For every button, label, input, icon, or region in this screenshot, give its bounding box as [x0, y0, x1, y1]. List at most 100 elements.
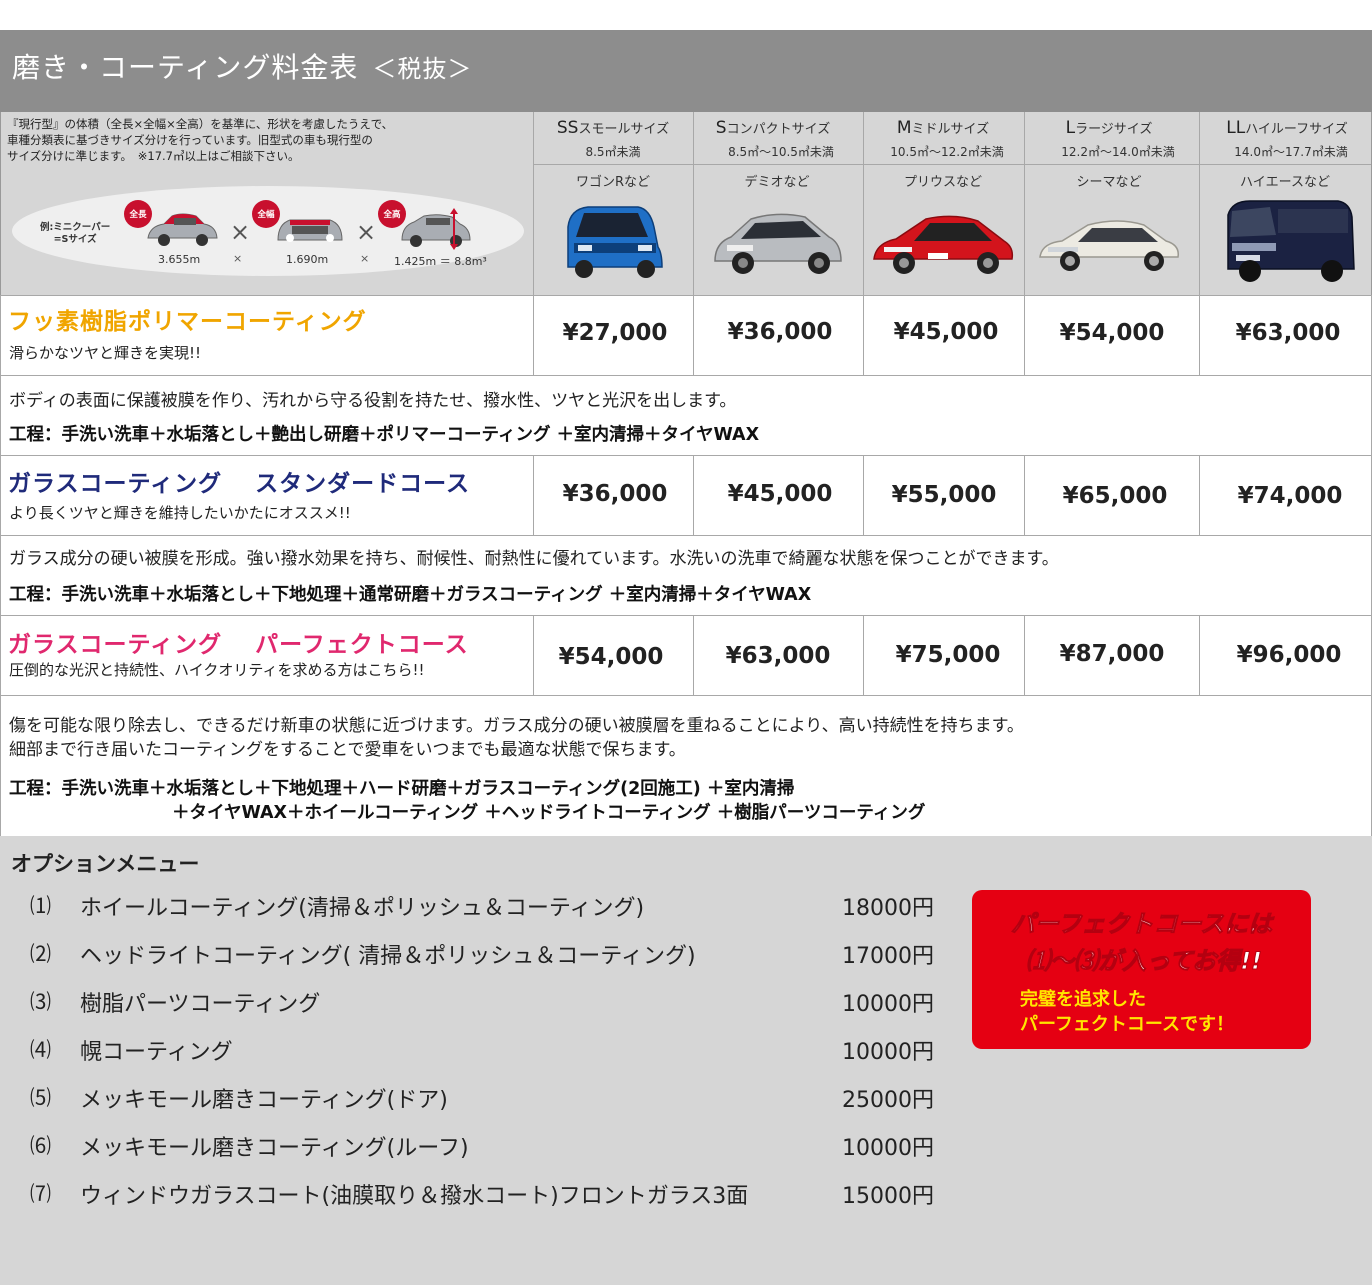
- price-polymer-l: ¥54,000: [1059, 320, 1165, 346]
- size-range-m: 10.5㎥〜12.2㎥未満: [890, 145, 1004, 159]
- grid-line: [863, 112, 864, 296]
- grid-line: [863, 615, 864, 696]
- process-glass-standard: 工程：手洗い洗車＋水垢落とし＋下地処理＋通常研磨＋ガラスコーティング ＋室内清掃…: [9, 585, 812, 605]
- option-label: メッキモール磨きコーティング(ドア): [80, 1088, 448, 1113]
- option-number: ⑺: [30, 1182, 51, 1206]
- option-label: 樹脂パーツコーティング: [80, 992, 321, 1017]
- size-name: ラージサイズ: [1075, 122, 1153, 137]
- option-price: 10000円: [842, 1136, 934, 1161]
- promo-subheadline: ⑴〜⑶が入ってお得!!: [1026, 947, 1263, 976]
- grid-line: [863, 295, 864, 376]
- price-polymer-s: ¥36,000: [727, 319, 833, 345]
- grid-line: [1199, 615, 1200, 696]
- col-header-ss: SSスモールサイズ: [533, 118, 693, 138]
- grid-line: [693, 615, 694, 696]
- car-image-prius: [863, 192, 1023, 288]
- tax-note: ＜税抜＞: [372, 55, 473, 83]
- example-car-ll: ハイエースなど: [1240, 175, 1330, 190]
- option-label: ウィンドウガラスコート(油膜取り＆撥水コート)フロントガラス3面: [80, 1184, 749, 1209]
- promo-tagline-line1: 完璧を追求した: [1020, 989, 1146, 1010]
- length-value: 3.655m: [158, 253, 201, 266]
- option-number: ⑸: [30, 1086, 51, 1110]
- option-price: 17000円: [842, 944, 934, 969]
- equals-sign: ＝: [439, 255, 451, 268]
- note-line: 車種分類表に基づきサイズ分けを行っています。旧型式の車も現行型の: [7, 133, 373, 147]
- times-sign-small: ×: [233, 252, 243, 265]
- option-item: ⑹ メッキモール磨きコーティング(ルーフ) 10000円: [0, 1130, 940, 1161]
- size-code: SS: [556, 118, 579, 138]
- promo-tagline-line2: パーフェクトコースです！: [1020, 1014, 1235, 1035]
- size-code: S: [715, 118, 727, 138]
- example-label-line1: 例:ミニクーパー: [40, 222, 111, 233]
- length-badge: 全長: [124, 200, 152, 228]
- description-glass-perfect-line2: 細部まで行き届いたコーティングをすることで愛車をいつまでも最適な状態で保ちます。: [9, 740, 686, 760]
- promo-headline: パーフェクトコースには: [1010, 910, 1273, 939]
- grid-line: [533, 455, 534, 536]
- option-price: 15000円: [842, 1184, 934, 1209]
- height-badge: 全高: [378, 200, 406, 228]
- example-label: 例:ミニクーパー =Sサイズ: [40, 222, 110, 246]
- volume-value: 8.8m³: [454, 255, 487, 268]
- compact-car-icon: [714, 213, 842, 274]
- example-car-s: デミオなど: [744, 175, 810, 190]
- sedan-car-icon: [1039, 220, 1179, 271]
- option-price: 10000円: [842, 992, 934, 1017]
- hybrid-car-icon: [873, 215, 1014, 274]
- option-item: ⑵ ヘッドライトコーティング( 清掃＆ポリッシュ＆コーティング) 17000円: [0, 938, 940, 969]
- description-glass-perfect-line1: 傷を可能な限り除去し、できるだけ新車の状態に近づけます。ガラス成分の硬い被膜層を…: [9, 716, 1024, 736]
- car-image-demio: [697, 192, 857, 288]
- example-car-l: シーマなど: [1076, 175, 1142, 190]
- example-label-line2: =Sサイズ: [53, 234, 97, 245]
- option-number: ⑹: [30, 1134, 51, 1158]
- times-sign: ×: [230, 218, 251, 246]
- grid-line: [1199, 295, 1200, 376]
- price-glass-perfect-ss: ¥54,000: [558, 644, 664, 670]
- size-name: スモールサイズ: [578, 122, 670, 137]
- option-label: 幌コーティング: [80, 1040, 233, 1065]
- size-range-l: 12.2㎥〜14.0㎥未満: [1061, 145, 1175, 159]
- times-sign-small: ×: [360, 252, 370, 265]
- price-glass-standard-ll: ¥74,000: [1237, 483, 1343, 509]
- course-title-glass-standard: ガラスコーティング スタンダードコース: [8, 471, 471, 497]
- width-badge: 全幅: [252, 200, 280, 228]
- van-icon: [1227, 200, 1355, 282]
- mini-car-side-icon: [147, 213, 218, 246]
- mini-car-front-icon: [277, 219, 343, 242]
- example-car-m: プリウスなど: [903, 175, 982, 190]
- option-number: ⑶: [30, 990, 51, 1014]
- option-item: ⑺ ウィンドウガラスコート(油膜取り＆撥水コート)フロントガラス3面 15000…: [0, 1178, 940, 1209]
- grid-line: [533, 164, 1371, 165]
- page-title: 磨き・コーティング料金表 ＜税抜＞: [12, 46, 472, 86]
- option-item: ⑷ 幌コーティング 10000円: [0, 1034, 940, 1065]
- car-image-hiace: [1205, 192, 1365, 288]
- price-polymer-ll: ¥63,000: [1235, 320, 1341, 346]
- promo-tagline: 完璧を追求した パーフェクトコースです！: [1020, 987, 1234, 1037]
- grid-line: [533, 112, 534, 296]
- price-glass-perfect-l: ¥87,000: [1059, 641, 1165, 667]
- times-sign: ×: [356, 218, 377, 246]
- size-criteria-note: 『現行型』の体積（全長×全幅×全高）を基準に、形状を考慮したうえで、 車種分類表…: [7, 116, 527, 164]
- options-title: オプションメニュー: [11, 852, 200, 876]
- grid-line: [1199, 455, 1200, 536]
- size-code: LL: [1226, 118, 1246, 138]
- price-polymer-ss: ¥27,000: [562, 320, 668, 346]
- grid-line: [1024, 455, 1025, 536]
- option-label: メッキモール磨きコーティング(ルーフ): [80, 1136, 469, 1161]
- size-name: ミドルサイズ: [911, 122, 990, 137]
- process-glass-perfect-line2: ＋タイヤWAX＋ホイールコーティング ＋ヘッドライトコーティング ＋樹脂パーツコ…: [172, 803, 926, 823]
- option-number: ⑵: [30, 942, 51, 966]
- promo-box: パーフェクトコースには ⑴〜⑶が入ってお得!! 完璧を追求した パーフェクトコー…: [972, 890, 1311, 1049]
- description-polymer: ボディの表面に保護被膜を作り、汚れから守る役割を持たせ、撥水性、ツヤと光沢を出し…: [9, 391, 737, 411]
- col-header-m: Mミドルサイズ: [863, 118, 1023, 138]
- option-number: ⑴: [30, 894, 51, 918]
- size-code: L: [1065, 118, 1076, 138]
- car-image-cima: [1029, 192, 1189, 288]
- course-subtitle-glass-perfect: 圧倒的な光沢と持続性、ハイクオリティを求める方はこちら!!: [9, 661, 425, 679]
- option-number: ⑷: [30, 1038, 51, 1062]
- kei-wagon-icon: [567, 206, 663, 278]
- price-glass-perfect-ll: ¥96,000: [1236, 642, 1342, 668]
- price-glass-perfect-s: ¥63,000: [725, 643, 831, 669]
- price-glass-perfect-m: ¥75,000: [895, 642, 1001, 668]
- price-glass-standard-s: ¥45,000: [727, 481, 833, 507]
- note-line: 『現行型』の体積（全長×全幅×全高）を基準に、形状を考慮したうえで、: [7, 117, 394, 131]
